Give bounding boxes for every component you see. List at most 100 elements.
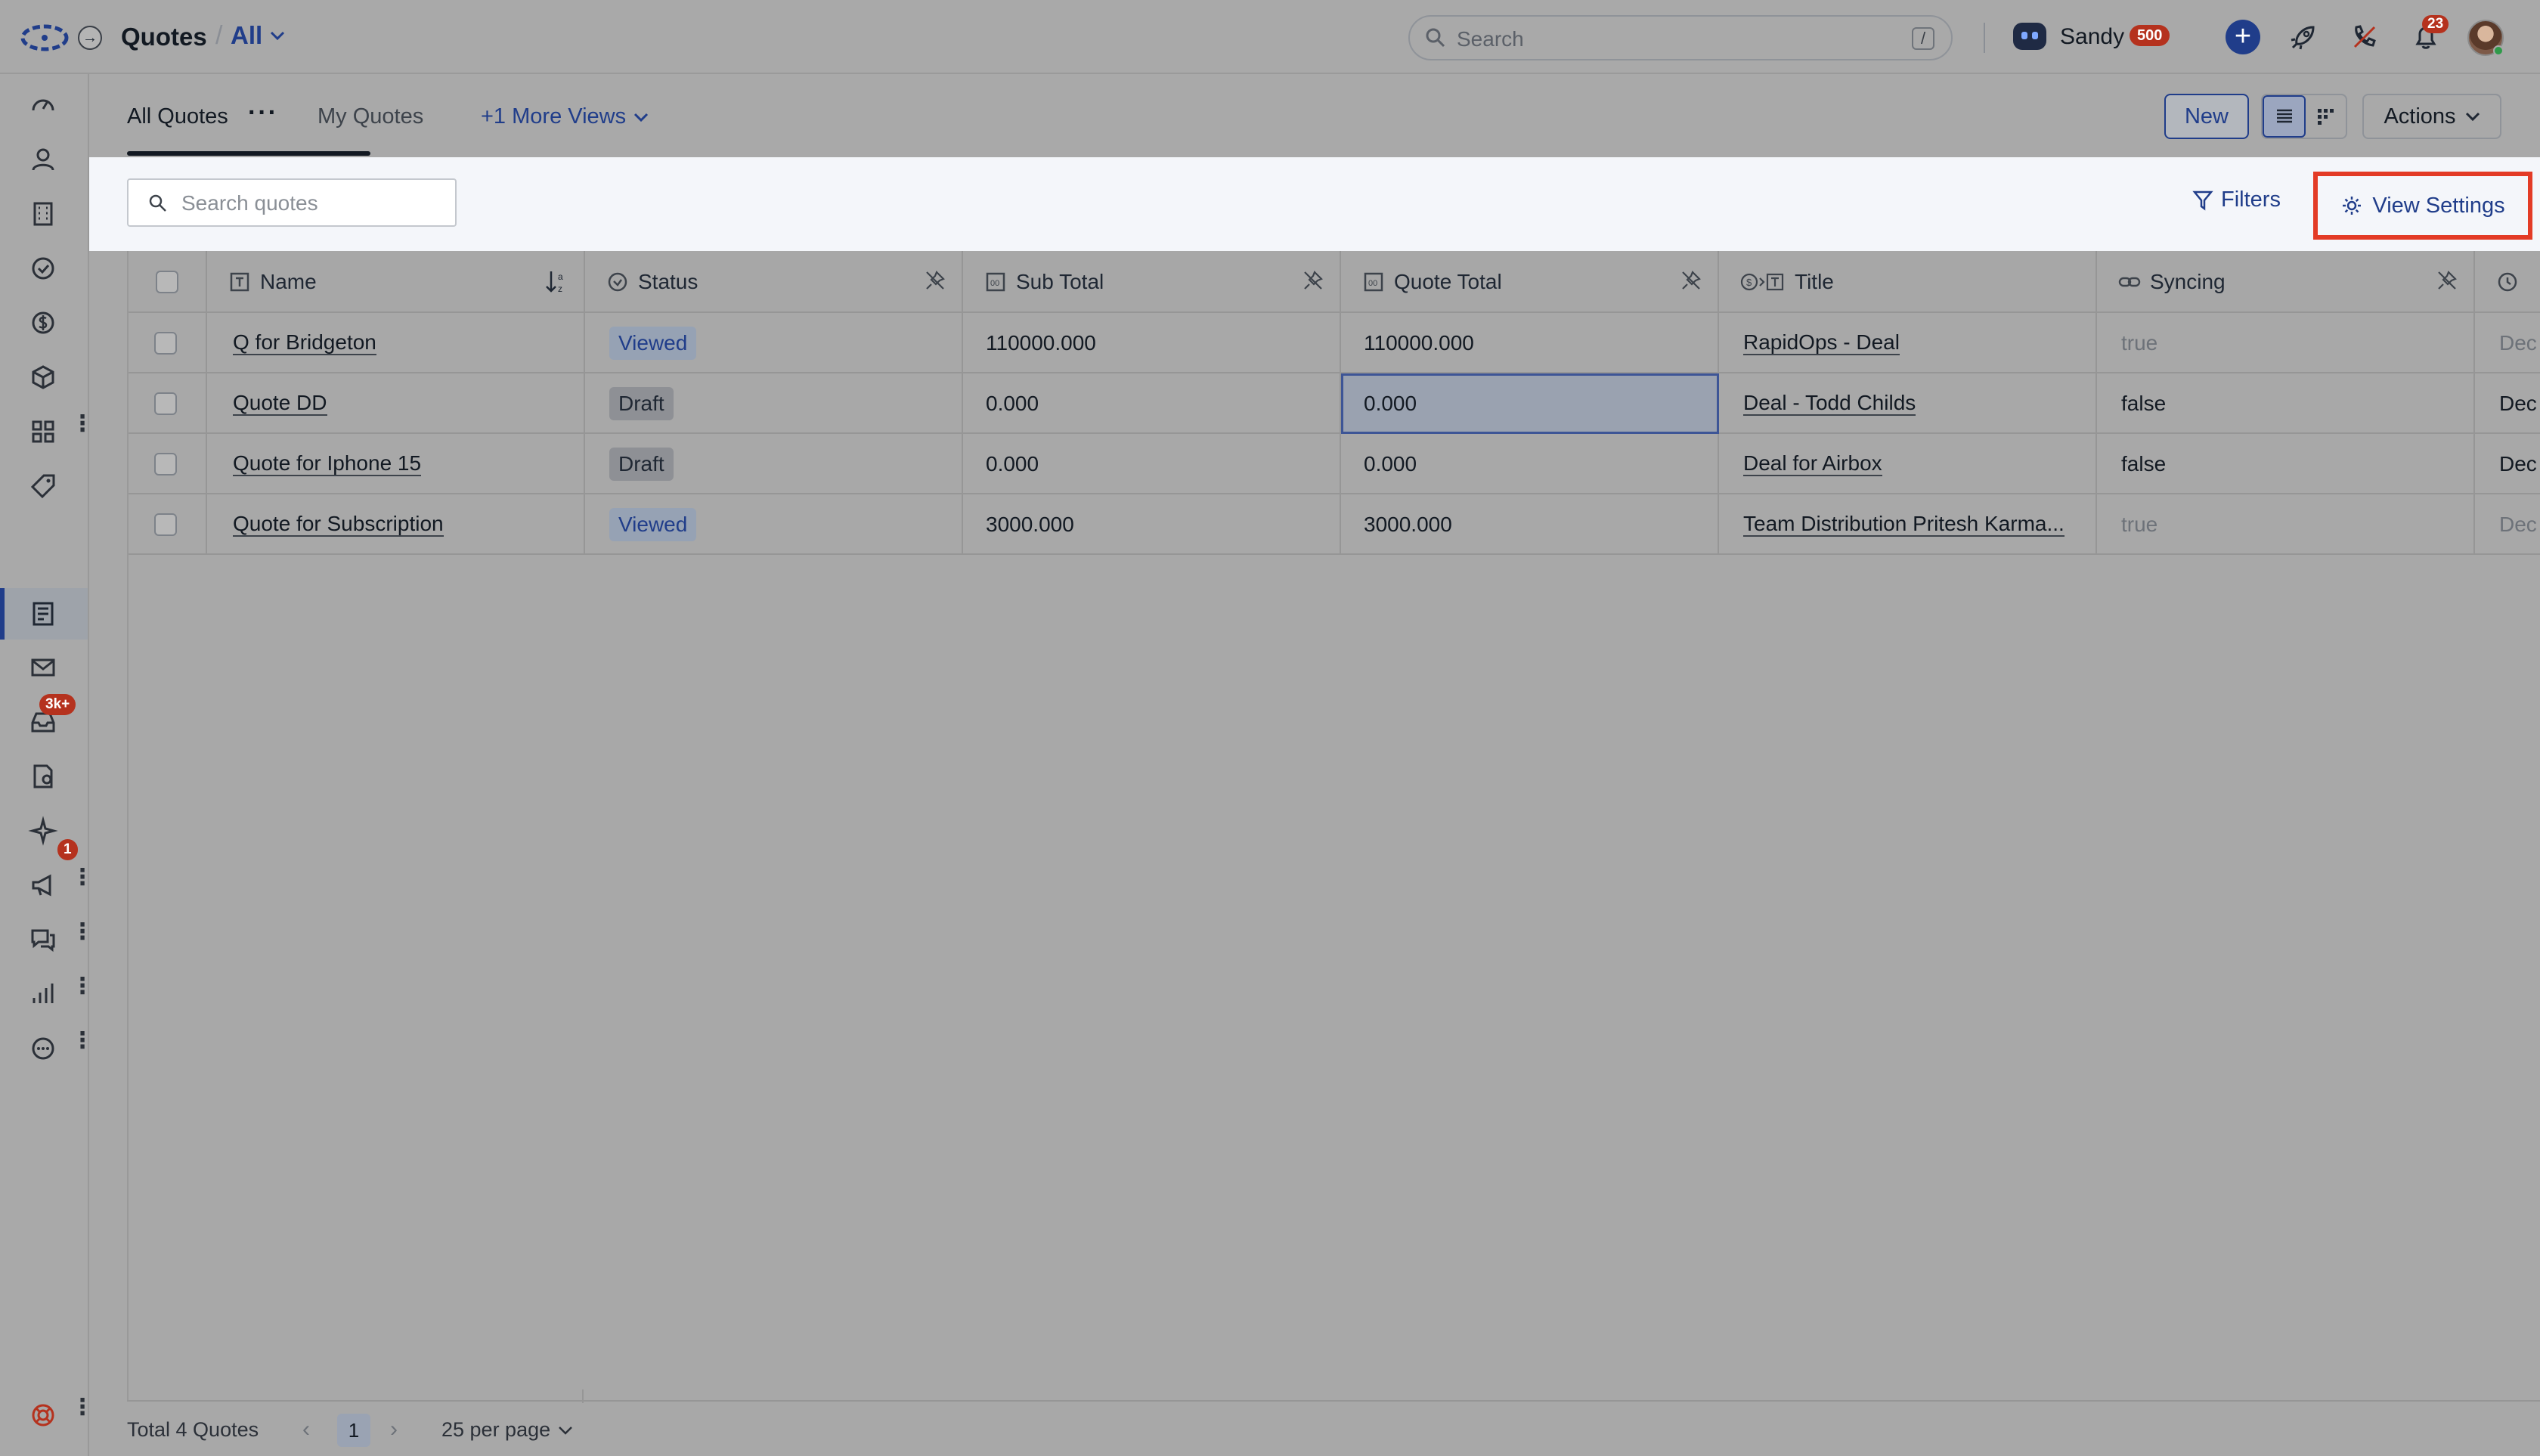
unpin-column-icon[interactable] [1680,269,1702,297]
deal-title-link[interactable]: Deal for Airbox [1743,451,1882,477]
cell-next[interactable]: Dec [2475,373,2540,434]
cell-quote-total[interactable]: 3000.000 [1341,494,1719,555]
sidebar-item-tasks[interactable] [27,252,59,284]
cell-sub-total[interactable]: 3000.000 [963,494,1341,555]
column-header-next[interactable] [2475,251,2540,313]
quote-search-input[interactable] [181,189,438,218]
sidebar-item-more[interactable] [27,1033,59,1064]
expand-sidebar-icon[interactable]: → [78,26,102,50]
quote-name-link[interactable]: Q for Bridgeton [233,330,376,356]
cell-sub-total[interactable]: 0.000 [963,373,1341,434]
cell-status[interactable]: Viewed [585,313,963,373]
sidebar-item-campaigns[interactable] [27,869,59,901]
unpin-column-icon[interactable] [2436,269,2458,297]
cell-status[interactable]: Draft [585,434,963,494]
sidebar-item-contacts[interactable] [27,144,59,175]
tab-more-views[interactable]: +1 More Views [481,104,649,129]
sidebar-reports-more-icon[interactable]: ⋮ [71,975,94,998]
sidebar-item-help[interactable] [27,1399,59,1431]
column-header-name[interactable]: Name az [207,251,585,313]
sidebar-item-deals[interactable] [27,307,59,339]
sidebar-item-apps[interactable] [27,416,59,448]
filters-button[interactable]: Filters [2192,187,2281,212]
deal-title-link[interactable]: Deal - Todd Childs [1743,391,1916,417]
row-checkbox[interactable] [154,453,177,476]
actions-dropdown-button[interactable]: Actions [2362,94,2501,139]
tab-options-icon[interactable]: ··· [248,98,278,128]
sidebar-item-tags[interactable] [27,470,59,502]
unpin-column-icon[interactable] [1302,269,1324,297]
table-row[interactable]: Q for Bridgeton Viewed 110000.000 110000… [129,313,2540,373]
column-header-syncing[interactable]: Syncing [2097,251,2475,313]
user-name[interactable]: Sandy [2060,24,2124,50]
sidebar-apps-more-icon[interactable]: ⋮ [71,413,94,435]
unpin-column-icon[interactable] [924,269,946,297]
cell-title[interactable]: Team Distribution Pritesh Karma... [1719,494,2097,555]
cell-next[interactable]: Dec [2475,494,2540,555]
cell-quote-total-selected[interactable]: 0.000 [1341,373,1719,434]
quote-name-link[interactable]: Quote for Subscription [233,512,444,537]
quote-name-link[interactable]: Quote for Iphone 15 [233,451,422,477]
sidebar-campaigns-more-icon[interactable]: ⋮ [71,866,94,889]
sidebar-item-reports[interactable] [27,978,59,1010]
sidebar-item-documents[interactable] [27,761,59,792]
cell-title[interactable]: RapidOps - Deal [1719,313,2097,373]
cell-sub-total[interactable]: 110000.000 [963,313,1341,373]
cell-status[interactable]: Viewed [585,494,963,555]
cell-quote-total[interactable]: 0.000 [1341,434,1719,494]
table-row[interactable]: Quote for Subscription Viewed 3000.000 3… [129,494,2540,555]
column-header-status[interactable]: Status [585,251,963,313]
sidebar-item-automation[interactable] [27,815,59,847]
cell-status[interactable]: Draft [585,373,963,434]
sidebar-item-quotes[interactable] [27,598,59,630]
cell-syncing[interactable]: false [2097,434,2475,494]
new-quote-button[interactable]: New [2164,94,2249,139]
global-search[interactable]: Search / [1408,15,1953,60]
column-header-sub-total[interactable]: 00 Sub Total [963,251,1341,313]
sidebar-item-products[interactable] [27,361,59,393]
cell-sub-total[interactable]: 0.000 [963,434,1341,494]
cell-syncing[interactable]: true [2097,313,2475,373]
cell-name[interactable]: Quote for Subscription [207,494,585,555]
cell-syncing[interactable]: false [2097,373,2475,434]
column-header-quote-total[interactable]: 00 Quote Total [1341,251,1719,313]
sidebar-item-conversations[interactable] [27,924,59,956]
tab-my-quotes[interactable]: My Quotes [318,104,423,129]
current-page-button[interactable]: 1 [337,1414,370,1447]
ai-assistant-icon[interactable] [2013,23,2046,50]
quick-add-button[interactable]: + [2226,20,2260,54]
select-all-checkbox[interactable] [156,271,178,293]
cell-quote-total[interactable]: 110000.000 [1341,313,1719,373]
deal-title-link[interactable]: Team Distribution Pritesh Karma... [1743,512,2065,537]
sidebar-item-dashboard[interactable] [27,89,59,121]
cell-next[interactable]: Dec [2475,313,2540,373]
cell-name[interactable]: Quote DD [207,373,585,434]
table-row[interactable]: Quote DD Draft 0.000 0.000 Deal - Todd C… [129,373,2540,434]
prev-page-icon[interactable]: ‹ [302,1417,310,1442]
view-settings-button[interactable]: View Settings [2313,172,2532,240]
per-page-dropdown[interactable]: 25 per page [441,1418,573,1442]
cell-title[interactable]: Deal for Airbox [1719,434,2097,494]
sidebar-more-more-icon[interactable]: ⋮ [71,1030,94,1052]
sidebar-help-more-icon[interactable]: ⋮ [71,1396,94,1419]
table-row[interactable]: Quote for Iphone 15 Draft 0.000 0.000 De… [129,434,2540,494]
cell-name[interactable]: Q for Bridgeton [207,313,585,373]
sort-az-icon[interactable]: az [544,269,568,300]
sidebar-conversations-more-icon[interactable]: ⋮ [71,921,94,943]
column-header-title[interactable]: $ Title [1719,251,2097,313]
view-filter-dropdown[interactable]: All [231,21,285,50]
sidebar-item-email[interactable] [27,652,59,683]
row-checkbox[interactable] [154,513,177,536]
cell-next[interactable]: Dec [2475,434,2540,494]
kanban-view-button[interactable] [2306,95,2346,138]
row-checkbox[interactable] [154,332,177,355]
app-logo-icon[interactable] [20,23,70,53]
deal-title-link[interactable]: RapidOps - Deal [1743,330,1900,356]
cell-name[interactable]: Quote for Iphone 15 [207,434,585,494]
quote-name-link[interactable]: Quote DD [233,391,327,417]
tab-all-quotes[interactable]: All Quotes [127,104,228,129]
cell-syncing[interactable]: true [2097,494,2475,555]
phone-off-icon[interactable] [2349,21,2380,53]
rocket-icon[interactable] [2288,21,2319,53]
sidebar-item-companies[interactable] [27,198,59,230]
